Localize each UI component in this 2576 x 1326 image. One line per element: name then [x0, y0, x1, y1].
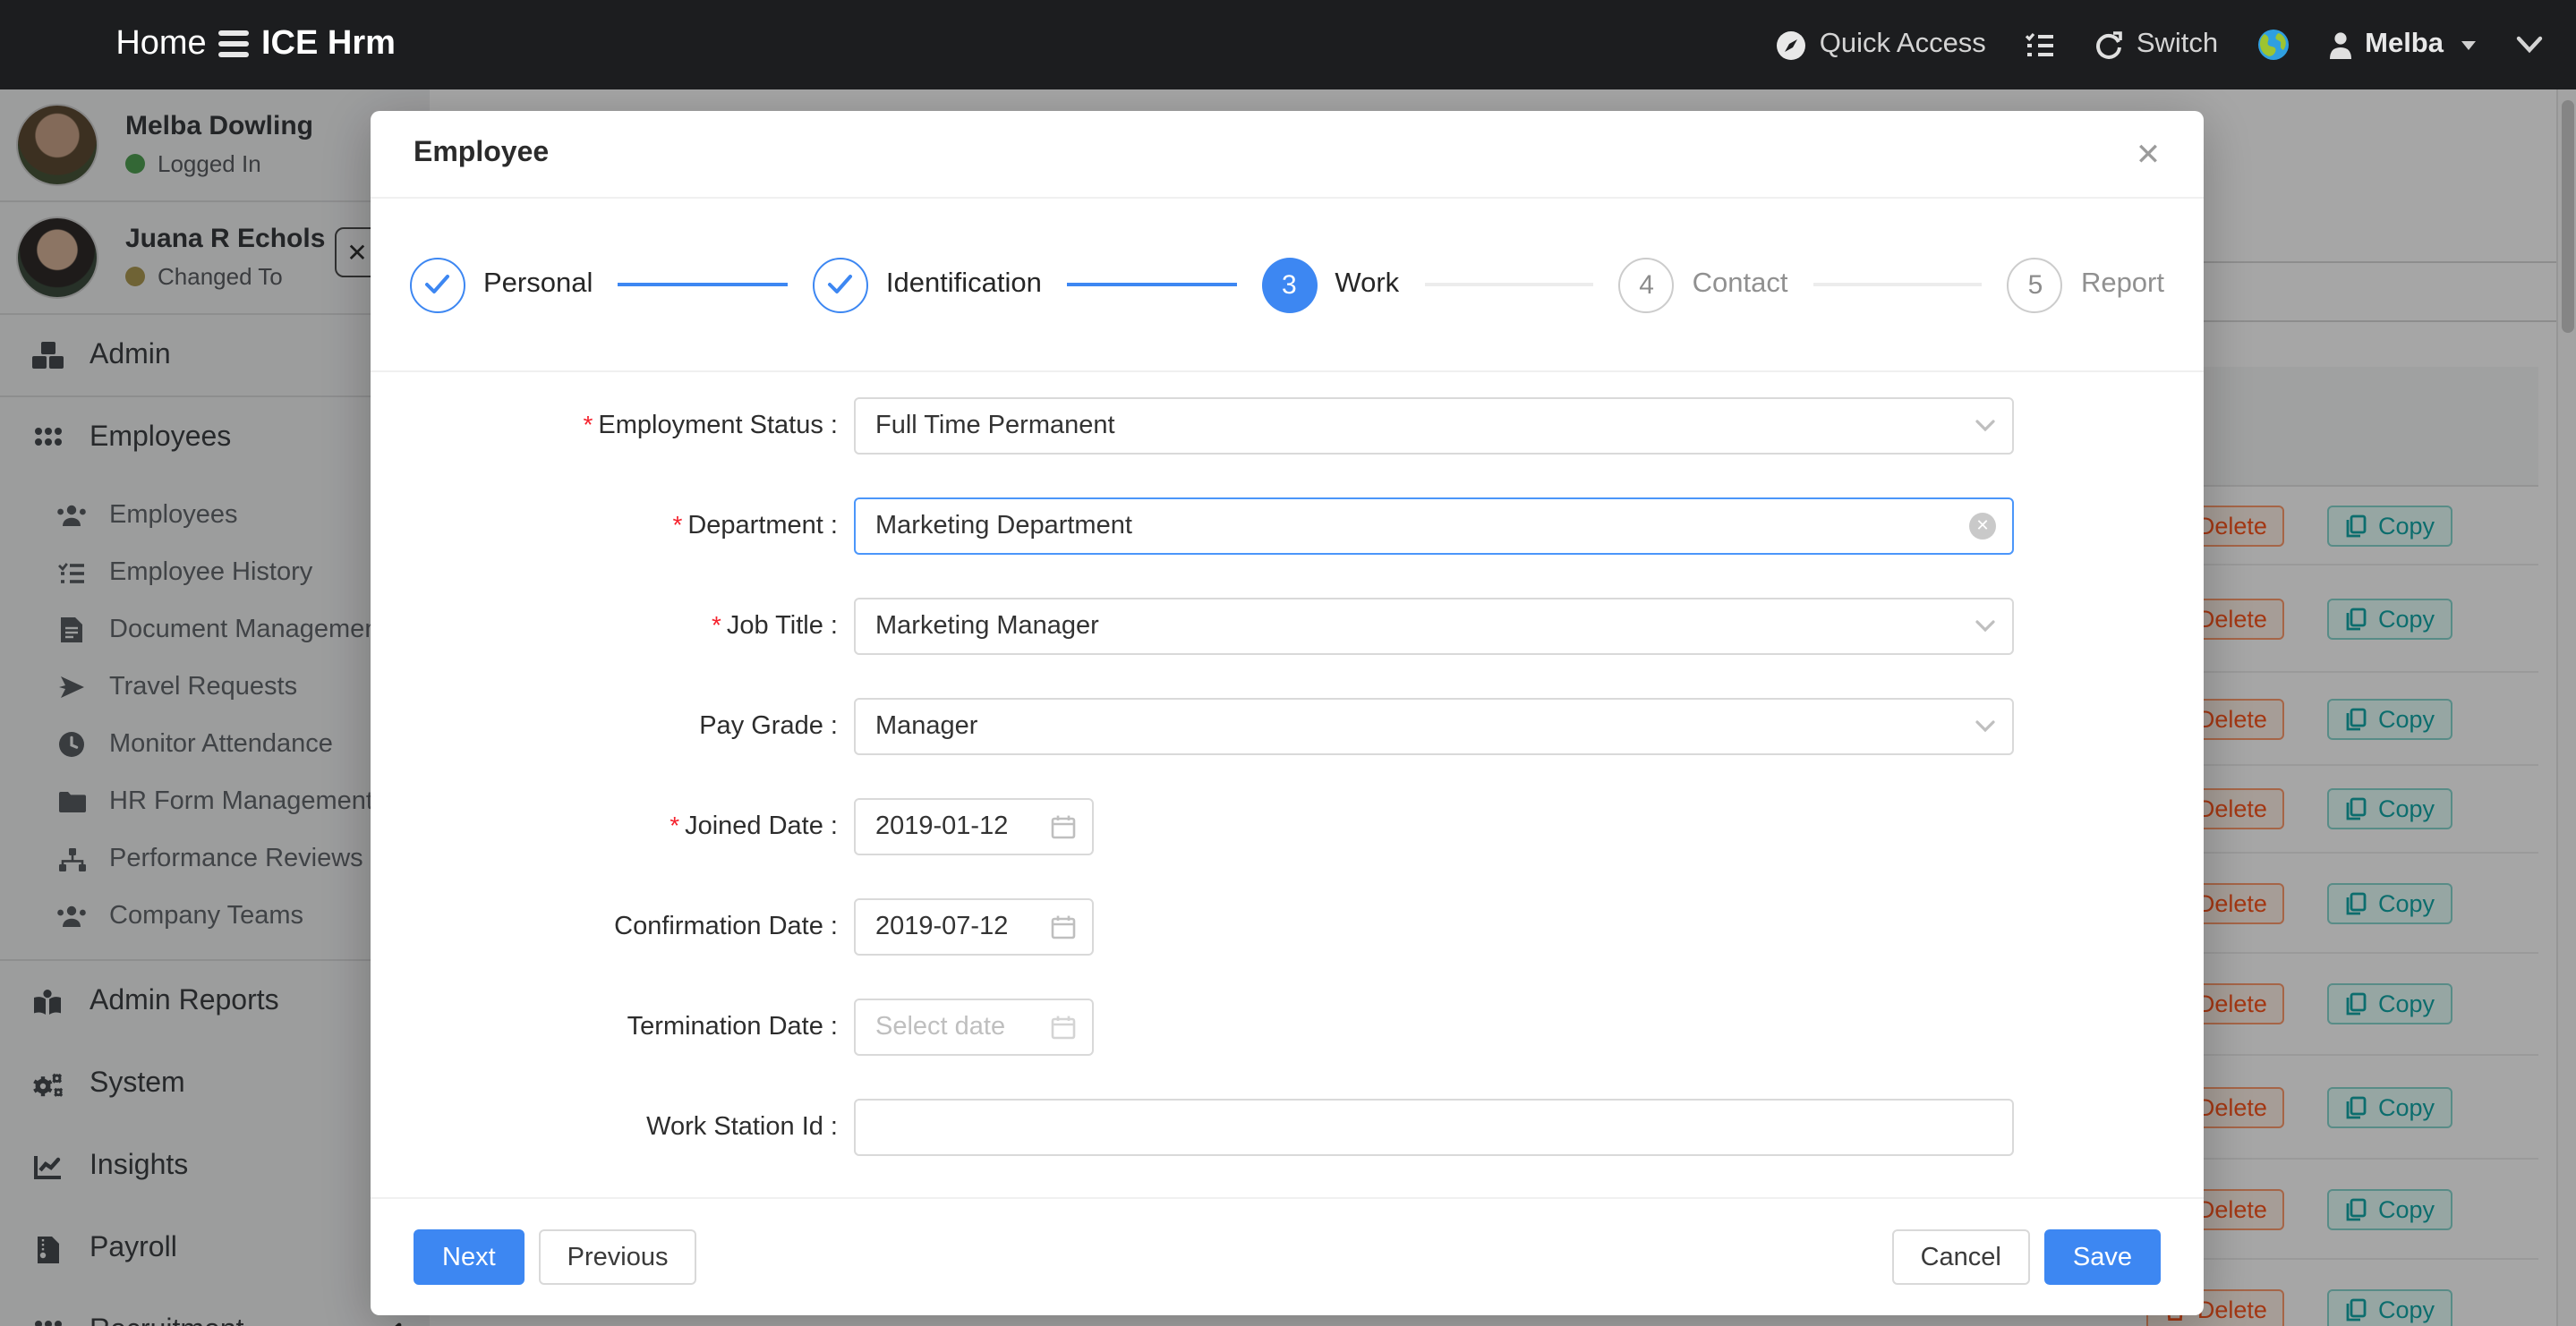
- termination-date-picker[interactable]: Select date: [854, 999, 1094, 1055]
- switch-refresh-icon: [2095, 30, 2124, 59]
- confirmation-date-picker[interactable]: 2019-07-12: [854, 898, 1094, 955]
- employee-modal: Employee ✕ Personal Identification 3 Wor…: [371, 111, 2204, 1315]
- step-identification[interactable]: Identification: [813, 257, 1042, 312]
- step-work[interactable]: 3 Work: [1261, 257, 1399, 312]
- step-number: 4: [1619, 257, 1675, 312]
- field-label: *Work Station Id: [414, 1112, 854, 1143]
- field-label: *Employment Status: [414, 411, 854, 441]
- chevron-down-icon: [2515, 36, 2544, 54]
- chevron-down-icon: [1975, 619, 1996, 633]
- caret-down-icon: [2461, 40, 2476, 49]
- chevron-down-icon: [1975, 719, 1996, 734]
- task-list-button[interactable]: [2026, 31, 2056, 58]
- step-contact[interactable]: 4 Contact: [1619, 257, 1788, 312]
- field-label: *Job Title: [414, 611, 854, 642]
- chevron-down-icon: [1975, 419, 1996, 433]
- work-station-id-input[interactable]: [854, 1099, 2014, 1155]
- joined-date-picker[interactable]: 2019-01-12: [854, 798, 1094, 854]
- modal-footer: Next Previous Cancel Save: [371, 1197, 2204, 1315]
- pay-grade-select[interactable]: Manager: [854, 698, 2014, 754]
- app-brand[interactable]: ICE Hrm: [261, 0, 396, 89]
- user-menu[interactable]: Melba: [2329, 29, 2476, 61]
- field-label: *Pay Grade: [414, 711, 854, 742]
- compass-icon: [1777, 30, 1807, 60]
- check-icon: [813, 257, 868, 312]
- switch-button[interactable]: Switch: [2095, 29, 2218, 61]
- quick-access-button[interactable]: Quick Access: [1777, 29, 1986, 61]
- modal-title: Employee: [414, 138, 549, 170]
- person-icon: [2329, 31, 2352, 58]
- field-label: *Confirmation Date: [414, 912, 854, 942]
- form-stepper: Personal Identification 3 Work 4 Contact: [371, 199, 2204, 372]
- save-button[interactable]: Save: [2044, 1229, 2161, 1285]
- calendar-icon: [1051, 914, 1076, 939]
- language-globe-button[interactable]: [2257, 29, 2290, 61]
- field-label: *Department: [414, 511, 854, 541]
- job-title-select[interactable]: Marketing Manager: [854, 598, 2014, 654]
- field-label: *Termination Date: [414, 1012, 854, 1042]
- calendar-icon: [1051, 814, 1076, 839]
- hamburger-menu-icon[interactable]: [218, 30, 249, 57]
- clear-icon[interactable]: ✕: [1969, 513, 1996, 540]
- work-form: *Employment Status Full Time Permanent *…: [371, 372, 2204, 1155]
- modal-close-button[interactable]: ✕: [2125, 132, 2171, 179]
- top-navbar: Home ICE Hrm Quick Access Switch: [0, 0, 2576, 89]
- field-label: *Joined Date: [414, 812, 854, 842]
- next-button[interactable]: Next: [414, 1229, 525, 1285]
- globe-puzzle-icon: [2257, 29, 2290, 61]
- cancel-button[interactable]: Cancel: [1892, 1229, 2030, 1285]
- step-number: 3: [1261, 257, 1317, 312]
- previous-button[interactable]: Previous: [539, 1229, 697, 1285]
- navbar-collapse-chevron[interactable]: [2515, 36, 2544, 54]
- employment-status-select[interactable]: Full Time Permanent: [854, 397, 2014, 454]
- calendar-icon: [1051, 1015, 1076, 1040]
- step-personal[interactable]: Personal: [410, 257, 593, 312]
- checklist-icon: [2026, 31, 2056, 58]
- step-number: 5: [2008, 257, 2063, 312]
- department-input[interactable]: Marketing Department ✕: [854, 497, 2014, 554]
- check-icon: [410, 257, 465, 312]
- step-report[interactable]: 5 Report: [2008, 257, 2164, 312]
